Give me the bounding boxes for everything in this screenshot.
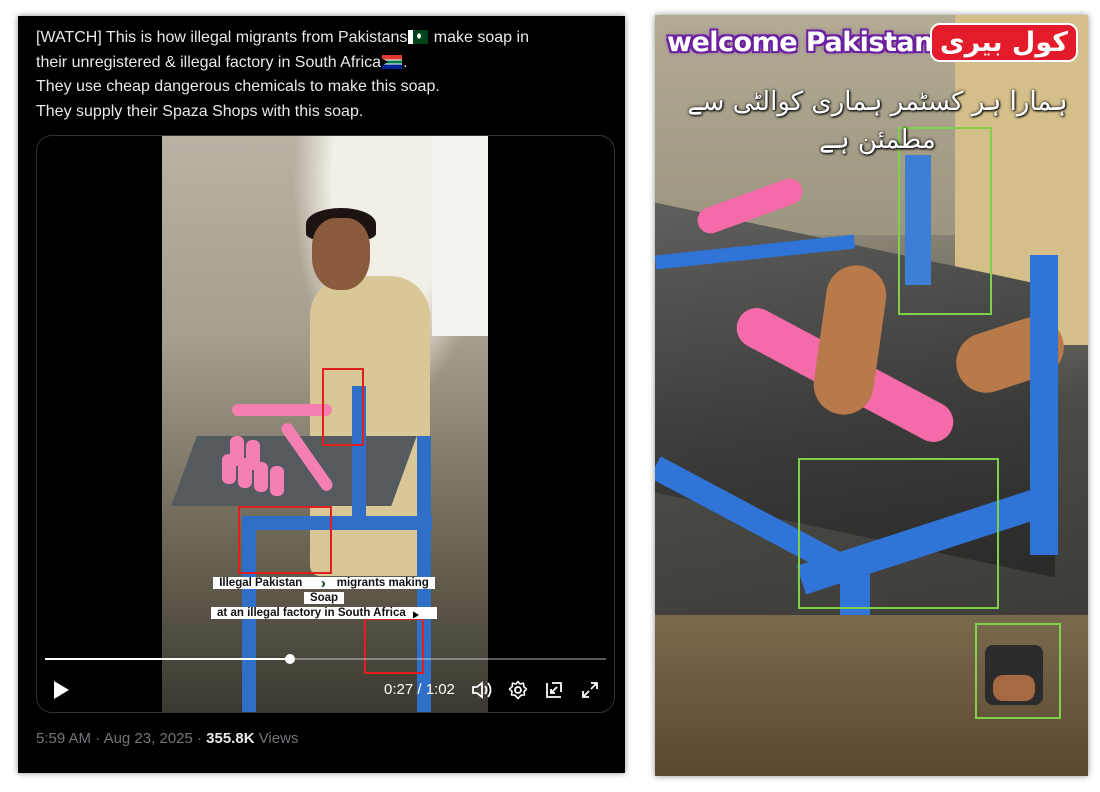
settings-button[interactable]: [505, 676, 531, 704]
tweet-text-seg: make soap in: [429, 29, 529, 46]
video-still: welcome Pakistan کول بیری ہمارا ہر کسٹمر…: [655, 15, 1088, 776]
settings-icon: [508, 680, 528, 700]
soap-bar: [246, 440, 260, 470]
urdu-caption: ہمارا ہر کسٹمر ہماری کوالٹی سے مطمئن ہے: [687, 87, 1068, 155]
highlight-box-red: [238, 506, 332, 574]
tweet-card: [WATCH] This is how illegal migrants fro…: [18, 16, 625, 773]
video-progress-fill: [45, 658, 290, 660]
video-player[interactable]: Illegal Pakistan migrants making Soap at…: [36, 135, 615, 713]
views-count: 355.8K: [206, 730, 255, 747]
volume-icon: [472, 681, 492, 699]
pip-icon: [546, 682, 562, 698]
video-time: 0:27 / 1:02: [384, 681, 455, 698]
soap-bar: [230, 436, 244, 466]
tweet-text: [WATCH] This is how illegal migrants fro…: [36, 26, 616, 124]
pakistan-flag-icon: [408, 30, 429, 44]
caption-text: Illegal Pakistan: [216, 577, 306, 589]
highlight-box-red: [322, 368, 364, 446]
volume-button[interactable]: [469, 676, 495, 704]
pakistan-flag-icon: [309, 578, 330, 588]
tweet-line-1: [WATCH] This is how illegal migrants fro…: [36, 26, 616, 51]
play-icon: [54, 681, 69, 699]
table-post: [1030, 255, 1058, 555]
tweet-line-2: their unregistered & illegal factory in …: [36, 51, 616, 76]
tweet-line-4: They supply their Spaza Shops with this …: [36, 102, 364, 120]
soap-bar: [270, 466, 284, 496]
views-label: Views: [254, 730, 299, 747]
tweet-text-seg: their unregistered & illegal factory in …: [36, 53, 382, 71]
play-button[interactable]: [49, 676, 73, 704]
video-caption: Illegal Pakistan migrants making Soap at…: [209, 576, 439, 621]
soap-rod: [232, 404, 332, 416]
tweet-text-seg: [WATCH] This is how illegal migrants fro…: [36, 29, 408, 46]
highlight-box-red: [364, 618, 424, 674]
caption-text: at an illegal factory in South Africa: [214, 607, 409, 619]
video-progress-knob[interactable]: [284, 654, 295, 664]
fullscreen-icon: [582, 682, 598, 698]
window-light: [432, 136, 488, 336]
highlight-box-green: [975, 623, 1061, 719]
brand-badge: کول بیری: [929, 23, 1078, 62]
tweet-line-3: They use cheap dangerous chemicals to ma…: [36, 78, 440, 95]
picture-in-picture-button[interactable]: [541, 676, 567, 704]
worker-head: [312, 218, 370, 290]
tweet-meta: 5:59 AM · Aug 23, 2025 · 355.8K Views: [36, 730, 298, 747]
south-africa-flag-icon: [382, 54, 403, 69]
south-africa-flag-icon: [412, 608, 433, 618]
meta-separator: ·: [91, 730, 104, 747]
highlight-box-green: [798, 458, 999, 609]
meta-separator: ·: [192, 730, 207, 747]
tweet-date[interactable]: Aug 23, 2025: [104, 730, 193, 747]
fullscreen-button[interactable]: [577, 676, 603, 704]
tweet-time[interactable]: 5:59 AM: [36, 730, 91, 747]
video-progress-bar[interactable]: [45, 654, 606, 664]
tweet-text-seg: .: [403, 53, 408, 71]
welcome-banner: welcome Pakistan: [667, 27, 933, 58]
video-frame[interactable]: [162, 136, 488, 712]
